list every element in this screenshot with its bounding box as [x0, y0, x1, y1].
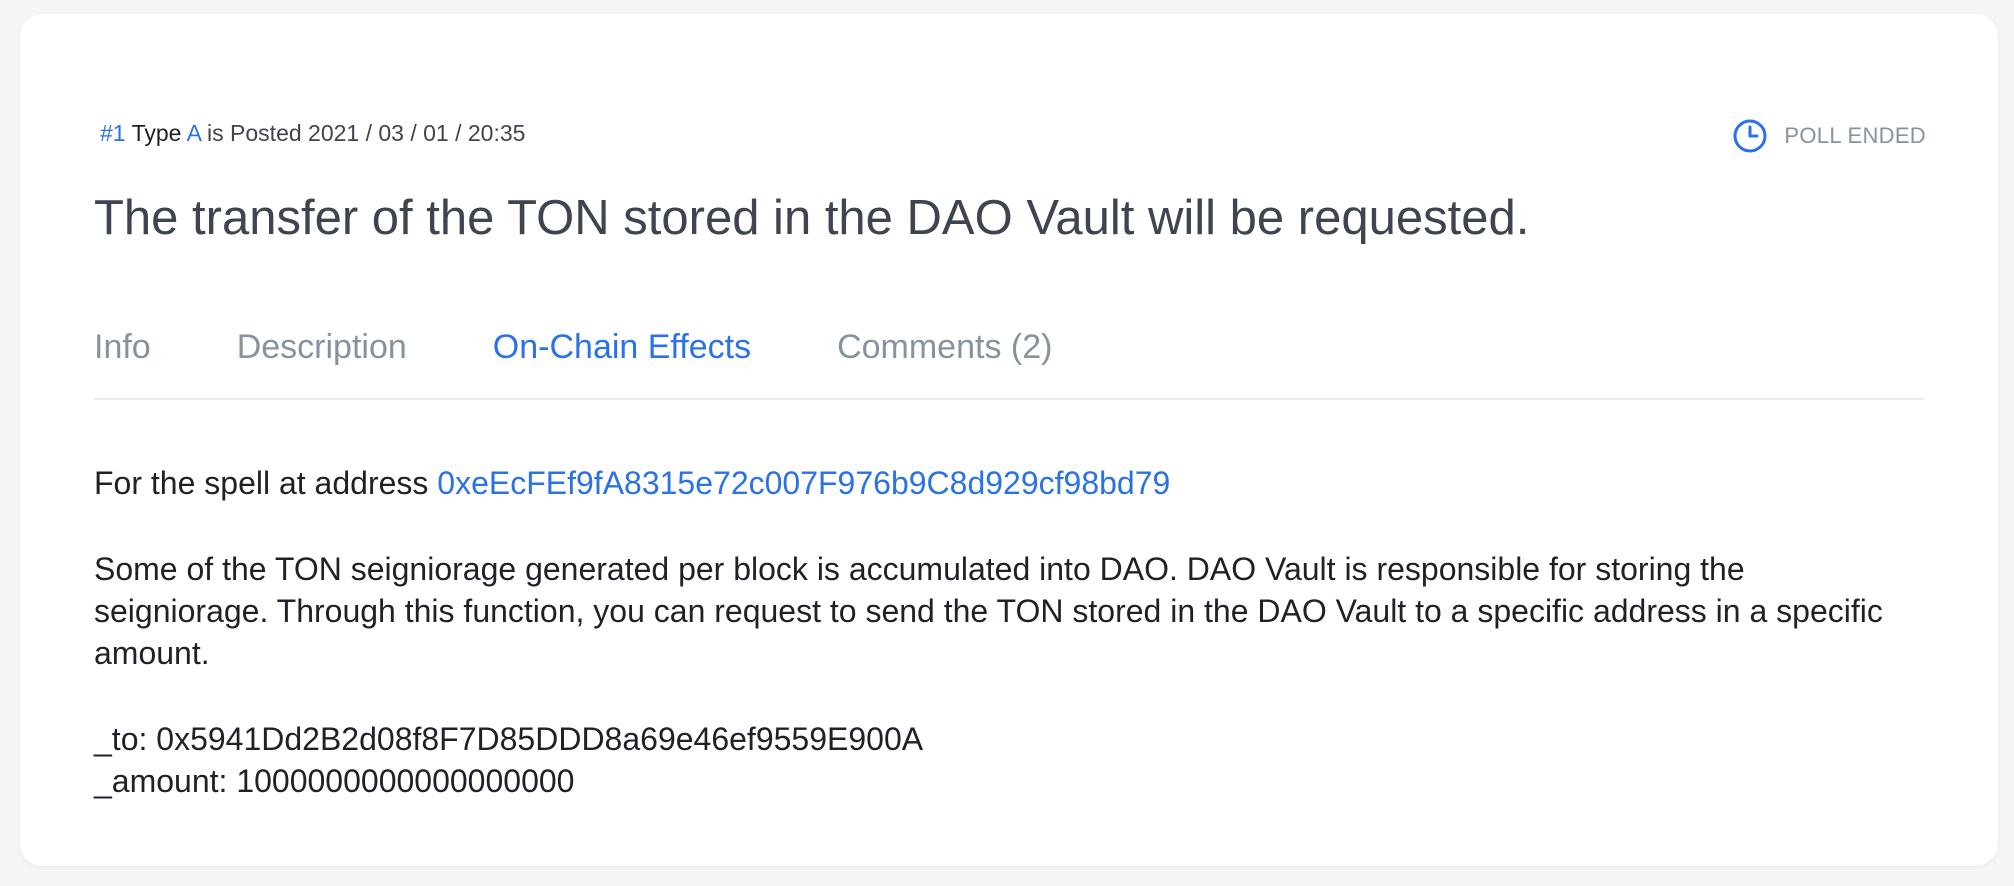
- type-value: A: [186, 120, 201, 146]
- param-amount-name: _amount: [94, 763, 219, 799]
- spell-address-link[interactable]: 0xeEcFEf9fA8315e72c007F976b9C8d929cf98bd…: [437, 465, 1170, 501]
- poll-status-label: POLL ENDED: [1784, 123, 1926, 148]
- spell-line: For the spell at address 0xeEcFEf9fA8315…: [94, 462, 1924, 504]
- posted-label: is Posted: [207, 120, 302, 146]
- param-amount: _amount: 1000000000000000000: [94, 763, 575, 799]
- clock-icon: [1732, 118, 1768, 154]
- tab-info[interactable]: Info: [94, 328, 151, 367]
- agenda-tabs: Info Description On-Chain Effects Commen…: [94, 328, 1924, 400]
- tab-description[interactable]: Description: [237, 328, 407, 367]
- agenda-number[interactable]: #1: [100, 120, 126, 146]
- agenda-title: The transfer of the TON stored in the DA…: [94, 191, 1530, 245]
- spell-prefix: For the spell at address: [94, 465, 429, 501]
- tab-comments[interactable]: Comments (2): [837, 328, 1052, 367]
- param-to-name: _to: [94, 721, 139, 757]
- type-label: Type: [131, 120, 182, 146]
- param-to-value: 0x5941Dd2B2d08f8F7D85DDD8a69e46ef9559E90…: [156, 721, 924, 757]
- agenda-card: #1 Type A is Posted 2021 / 03 / 01 / 20:…: [20, 14, 1998, 866]
- posted-date: 2021 / 03 / 01 / 20:35: [308, 120, 526, 146]
- on-chain-effects-panel: For the spell at address 0xeEcFEf9fA8315…: [94, 462, 1924, 802]
- poll-status: POLL ENDED: [1732, 118, 1926, 154]
- param-amount-value: 1000000000000000000: [236, 763, 575, 799]
- param-to: _to: 0x5941Dd2B2d08f8F7D85DDD8a69e46ef95…: [94, 721, 924, 757]
- tab-on-chain-effects[interactable]: On-Chain Effects: [493, 328, 751, 367]
- agenda-meta: #1 Type A is Posted 2021 / 03 / 01 / 20:…: [100, 120, 525, 147]
- function-description: Some of the TON seigniorage generated pe…: [94, 551, 1883, 671]
